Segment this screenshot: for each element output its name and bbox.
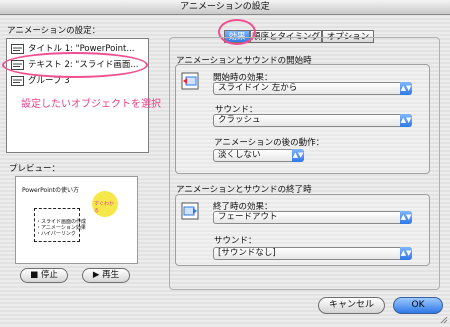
highlight-ellipse-list <box>2 52 148 78</box>
preview-sticker-text: すぐわかる <box>94 201 115 214</box>
play-button[interactable]: ▶ 再生 <box>82 268 130 283</box>
instruction-callout: 設定したいオブジェクトを選択 <box>21 99 161 110</box>
start-sound-select[interactable]: クラッシュ ▲▼ <box>213 114 412 127</box>
exit-effect-icon <box>181 202 199 220</box>
after-animation-select[interactable]: 淡くしない ▲▼ <box>213 149 304 162</box>
animation-object-icon <box>11 43 24 54</box>
animation-settings-dialog: アニメーションの設定 アニメーションの設定： タイトル 1: "PowerPoi… <box>0 0 450 326</box>
animation-object-icon <box>11 75 24 86</box>
chevron-updown-icon: ▲▼ <box>400 211 412 224</box>
resize-grip-icon[interactable] <box>440 316 448 324</box>
end-sound-select[interactable]: [サウンドなし] ▲▼ <box>213 247 412 260</box>
preview-slide-title: PowerPointの使い方 <box>22 187 80 194</box>
window-title: アニメーションの設定 <box>0 0 450 15</box>
play-label: 再生 <box>102 270 120 280</box>
start-effect-value: スライドイン 左から <box>218 83 298 93</box>
preview-sticker: すぐわかる <box>92 191 118 217</box>
stop-label: 停止 <box>40 270 58 280</box>
end-sound-label: サウンド： <box>214 236 257 246</box>
chevron-updown-icon: ▲▼ <box>400 82 412 95</box>
entrance-effect-icon <box>181 72 199 90</box>
preview-label: プレビュー： <box>9 164 61 174</box>
preview-bullets: ・スライド画面の作成 ・アニメーション効果 ・ハイパーリンク <box>36 219 86 237</box>
slide-preview: PowerPointの使い方 すぐわかる ・スライド画面の作成 ・アニメーション… <box>15 176 138 264</box>
stop-icon: ■ <box>30 270 41 280</box>
animation-list-label: アニメーションの設定： <box>7 26 101 36</box>
start-sound-value: クラッシュ <box>218 115 261 125</box>
chevron-updown-icon: ▲▼ <box>292 149 304 162</box>
start-effect-select[interactable]: スライドイン 左から ▲▼ <box>213 82 412 95</box>
chevron-updown-icon: ▲▼ <box>400 114 412 127</box>
end-effect-value: フェードアウト <box>218 212 278 222</box>
end-sound-value: [サウンドなし] <box>218 248 276 258</box>
ok-button[interactable]: OK <box>393 297 443 314</box>
after-animation-value: 淡くしない <box>218 150 261 160</box>
end-effect-select[interactable]: フェードアウト ▲▼ <box>213 211 412 224</box>
after-animation-label: アニメーションの後の動作： <box>214 138 325 148</box>
play-icon: ▶ <box>92 270 103 280</box>
stop-button[interactable]: ■ 停止 <box>20 268 68 283</box>
cancel-button[interactable]: キャンセル <box>318 297 385 314</box>
preview-bullet: ・ハイパーリンク <box>36 231 76 237</box>
chevron-updown-icon: ▲▼ <box>400 247 412 260</box>
